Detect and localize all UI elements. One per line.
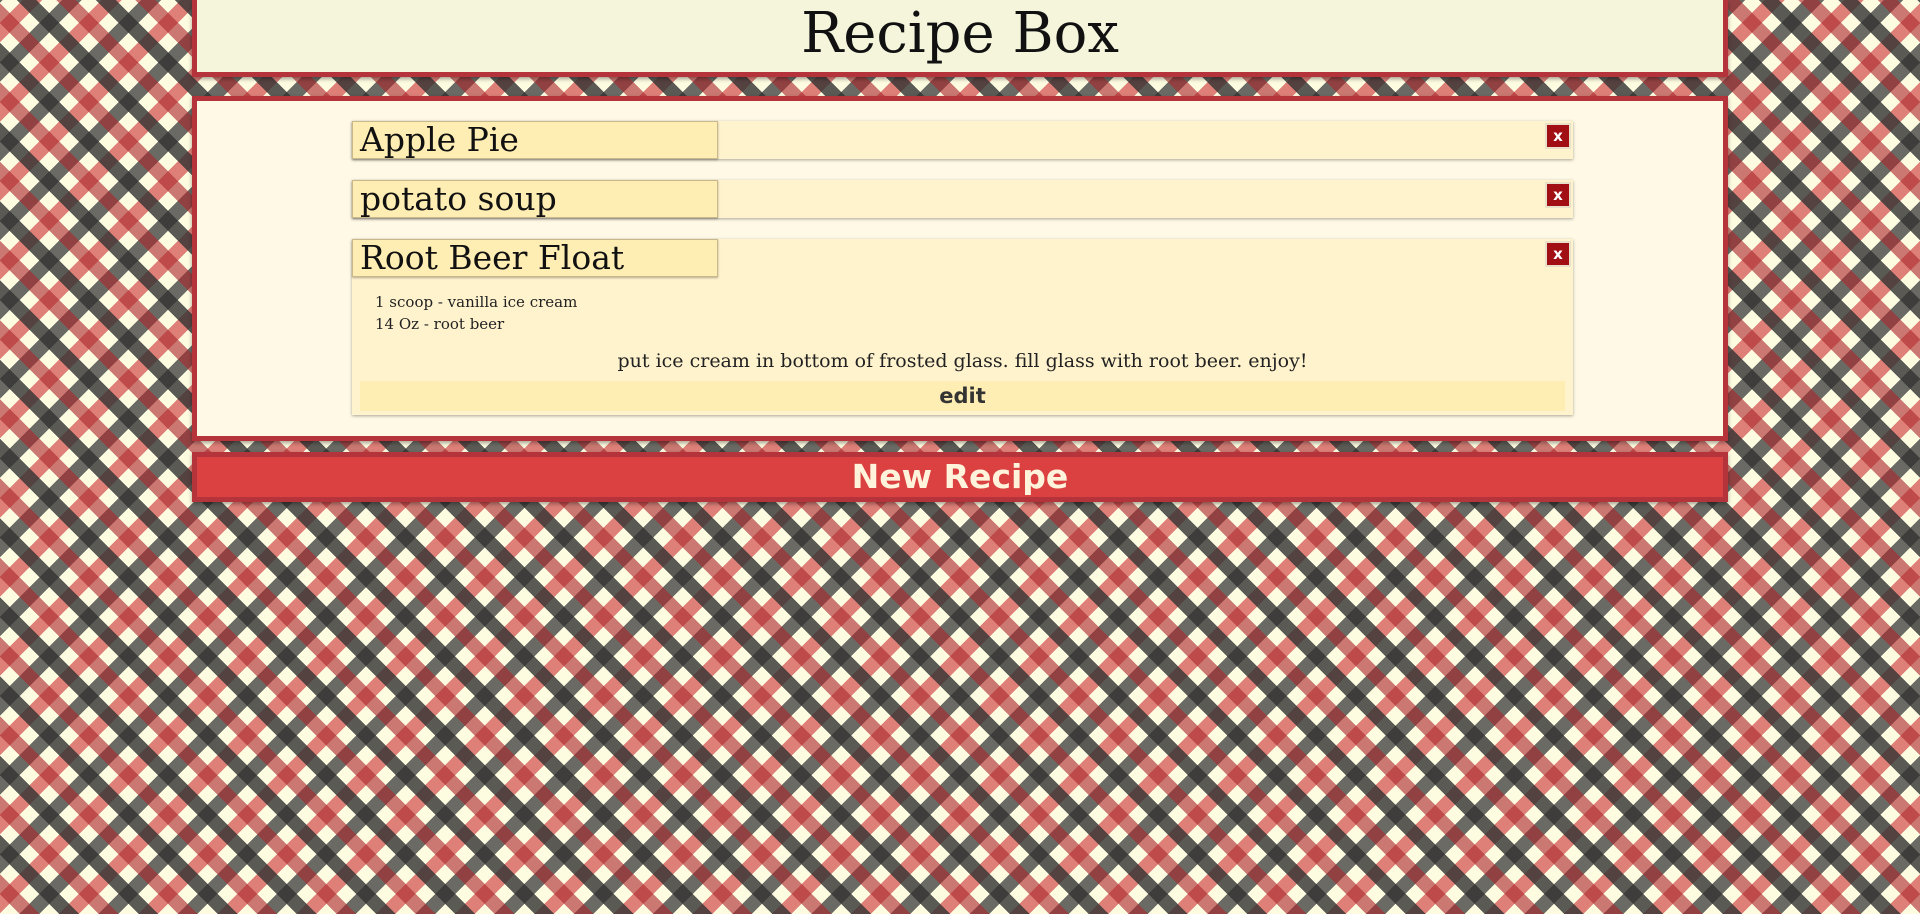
ingredient-item: 14 Oz - root beer (375, 315, 505, 333)
recipe-card-potato-soup: potato soup x (352, 180, 1573, 218)
ingredient-list: 1 scoop - vanilla ice cream 14 Oz - root… (375, 291, 577, 335)
app-header: Recipe Box (192, 0, 1728, 77)
delete-recipe-button[interactable]: x (1545, 182, 1571, 208)
recipe-list-panel: Apple Pie x potato soup x Root Beer Floa… (192, 96, 1728, 441)
delete-recipe-button[interactable]: x (1545, 123, 1571, 149)
recipe-title[interactable]: Root Beer Float (352, 239, 718, 277)
new-recipe-button[interactable]: New Recipe (192, 452, 1728, 502)
recipe-title[interactable]: Apple Pie (352, 121, 718, 159)
edit-recipe-button[interactable]: edit (360, 381, 1565, 411)
ingredient-item: 1 scoop - vanilla ice cream (375, 293, 578, 311)
recipe-directions: put ice cream in bottom of frosted glass… (617, 350, 1308, 372)
recipe-card-root-beer-float: Root Beer Float x 1 scoop - vanilla ice … (352, 239, 1573, 415)
recipe-title[interactable]: potato soup (352, 180, 718, 218)
delete-recipe-button[interactable]: x (1545, 241, 1571, 267)
app-title: Recipe Box (801, 1, 1119, 66)
recipe-card-apple-pie: Apple Pie x (352, 121, 1573, 159)
